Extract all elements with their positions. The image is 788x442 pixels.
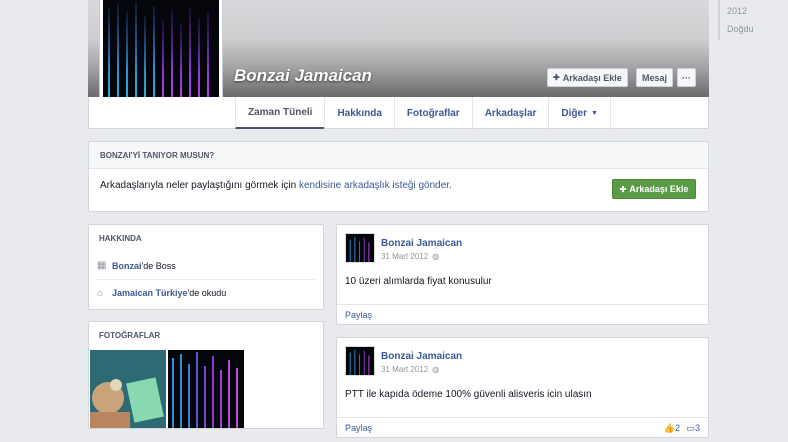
like-count[interactable]: 2 <box>675 423 680 433</box>
post-author[interactable]: Bonzai Jamaican <box>381 351 462 362</box>
post-date[interactable]: 31 Mart 2012 ◍ <box>381 252 439 261</box>
avatar[interactable] <box>345 346 375 376</box>
education-link[interactable]: Jamaican Türkiye <box>112 288 188 298</box>
tab-friends-label: Arkadaşlar <box>484 107 537 119</box>
message-button[interactable]: Mesaj <box>636 68 674 87</box>
year-link-2012[interactable]: 2012 <box>727 6 788 16</box>
tab-friends[interactable]: Arkadaşlar <box>471 97 549 129</box>
about-title: HAKKINDA <box>99 234 142 243</box>
avatar[interactable] <box>345 233 375 263</box>
tab-timeline-label: Zaman Tüneli <box>248 106 313 118</box>
do-you-know-prefix: Arkadaşlarıyla neler paylaştığını görmek… <box>100 180 299 191</box>
add-friend-green-button[interactable]: ✚ Arkadaşı Ekle <box>612 179 696 199</box>
share-link[interactable]: Paylaş <box>345 310 372 320</box>
post-date-text: 31 Mart 2012 <box>381 365 429 374</box>
about-item-work: ▦ Bonzai'de Boss <box>97 252 315 279</box>
about-card: HAKKINDA ▦ Bonzai'de Boss ⌂ Jamaican Tür… <box>88 224 324 310</box>
add-friend-icon: ✚ <box>619 184 627 194</box>
send-request-link[interactable]: kendisine arkadaşlık isteği gönder. <box>299 180 452 191</box>
photos-card: FOTOĞRAFLAR <box>88 321 324 429</box>
add-friend-icon: ✚ <box>553 73 560 82</box>
photo-thumbnail[interactable] <box>168 350 244 429</box>
globe-icon: ◍ <box>432 365 440 374</box>
profile-name[interactable]: Bonzai Jamaican <box>234 66 372 86</box>
post-footer: Paylaş <box>337 304 708 324</box>
work-text: 'de Boss <box>141 260 176 271</box>
globe-icon: ◍ <box>432 252 440 261</box>
like-icon[interactable]: 👍 <box>664 423 675 433</box>
do-you-know-text: Arkadaşlarıyla neler paylaştığını görmek… <box>100 180 452 191</box>
about-item-education: ⌂ Jamaican Türkiye'de okudu <box>97 279 315 306</box>
post-date-text: 31 Mart 2012 <box>381 252 429 261</box>
year-link-born[interactable]: Doğdu <box>727 24 788 34</box>
add-friend-button[interactable]: ✚ Arkadaşı Ekle <box>547 68 628 87</box>
add-friend-label: Arkadaşı Ekle <box>562 72 622 83</box>
add-friend-green-label: Arkadaşı Ekle <box>629 184 689 194</box>
work-link[interactable]: Bonzai <box>112 261 142 271</box>
tab-about-label: Hakkında <box>337 107 382 119</box>
work-icon: ▦ <box>97 260 107 271</box>
tab-timeline[interactable]: Zaman Tüneli <box>235 97 325 129</box>
education-text: 'de okudu <box>187 288 227 298</box>
comment-icon[interactable]: ▭ <box>686 423 695 433</box>
post-text: 10 üzeri alımlarda fiyat konusulur <box>345 276 492 287</box>
comment-count[interactable]: 3 <box>695 423 700 433</box>
do-you-know-box: BONZAI'Yİ TANIYOR MUSUN? Arkadaşlarıyla … <box>88 141 709 212</box>
share-link[interactable]: Paylaş <box>345 423 372 433</box>
post-counts: 👍2 ▭3 <box>664 423 700 434</box>
tab-photos-label: Fotoğraflar <box>406 107 460 119</box>
education-icon: ⌂ <box>97 287 104 299</box>
post-card: Bonzai Jamaican 31 Mart 2012 ◍ 10 üzeri a… <box>336 224 709 325</box>
profile-nav-bar: Zaman Tüneli Hakkında Fotoğraflar Arkada… <box>88 97 709 129</box>
post-card: Bonzai Jamaican 31 Mart 2012 ◍ PTT ile ka… <box>336 337 709 438</box>
more-options-button[interactable]: ··· <box>677 68 696 87</box>
tab-more[interactable]: Diğer ▼ <box>548 97 611 129</box>
message-label: Mesaj <box>642 72 668 83</box>
chevron-down-icon: ▼ <box>590 109 598 117</box>
more-options-icon: ··· <box>682 72 691 83</box>
tab-photos[interactable]: Fotoğraflar <box>393 97 472 129</box>
post-date[interactable]: 31 Mart 2012 ◍ <box>381 365 439 374</box>
do-you-know-title: BONZAI'Yİ TANIYOR MUSUN? <box>89 142 708 169</box>
post-footer: Paylaş 👍2 ▭3 <box>337 417 708 437</box>
timeline-year-nav: 2012 Doğdu <box>718 0 788 40</box>
tab-more-label: Diğer <box>561 107 587 119</box>
tab-about[interactable]: Hakkında <box>324 97 393 129</box>
photos-title: FOTOĞRAFLAR <box>99 331 161 340</box>
post-text: PTT ile kapıda ödeme 100% güvenli alisve… <box>345 389 592 400</box>
photo-thumbnail[interactable] <box>90 350 166 429</box>
post-author[interactable]: Bonzai Jamaican <box>381 238 462 249</box>
